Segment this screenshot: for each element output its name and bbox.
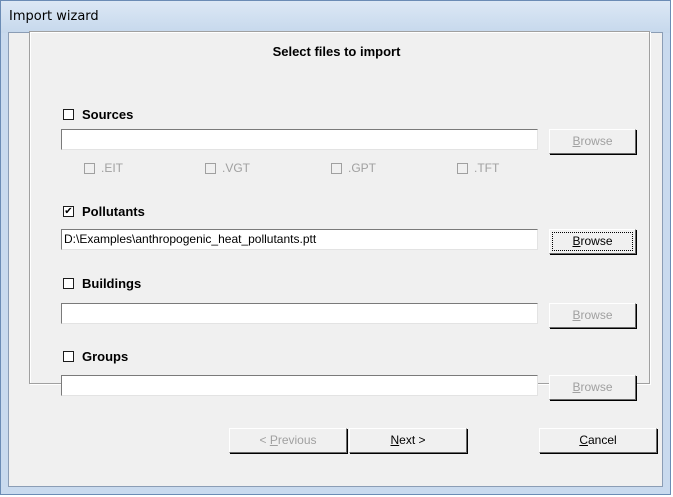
groups-label: Groups — [82, 349, 129, 364]
buildings-path-field[interactable] — [61, 303, 538, 324]
ext-gpt-checkbox — [331, 162, 342, 174]
buildings-checkbox[interactable] — [63, 278, 74, 289]
ext-eit-row: .EIT — [84, 161, 123, 175]
ext-eit-label: .EIT — [101, 161, 124, 175]
previous-button: < Previous — [229, 428, 347, 453]
sources-checkbox[interactable] — [63, 109, 74, 120]
ext-vgt-row: .VGT — [205, 161, 250, 175]
ext-vgt-checkbox — [205, 162, 216, 174]
groups-browse-button: Browse — [549, 375, 636, 400]
pollutants-browse-button[interactable]: Browse — [549, 229, 636, 254]
sources-label: Sources — [82, 107, 134, 122]
sources-checkbox-row[interactable]: Sources — [63, 107, 133, 122]
groups-checkbox-row[interactable]: Groups — [63, 349, 128, 364]
ext-tft-label: .TFT — [474, 161, 500, 175]
title-bar[interactable]: Import wizard — [1, 1, 670, 33]
window-title: Import wizard — [9, 9, 99, 24]
ext-gpt-row: .GPT — [331, 161, 376, 175]
ext-tft-checkbox — [457, 162, 468, 174]
buildings-checkbox-row[interactable]: Buildings — [63, 276, 141, 291]
cancel-button[interactable]: Cancel — [539, 428, 657, 453]
pollutants-checkbox[interactable]: ✔ — [63, 206, 74, 217]
ext-gpt-label: .GPT — [348, 161, 377, 175]
next-button[interactable]: Next > — [349, 428, 467, 453]
ext-vgt-label: .VGT — [222, 161, 251, 175]
pollutants-path-field[interactable]: D:\Examples\anthropogenic_heat_pollutant… — [61, 229, 538, 250]
groups-path-field[interactable] — [61, 375, 538, 396]
pollutants-checkbox-row[interactable]: ✔ Pollutants — [63, 204, 145, 219]
sources-browse-button: Browse — [549, 129, 636, 154]
ext-eit-checkbox — [84, 162, 95, 174]
pollutants-label: Pollutants — [82, 204, 145, 219]
groups-checkbox[interactable] — [63, 351, 74, 362]
buildings-label: Buildings — [82, 276, 142, 291]
ext-tft-row: .TFT — [457, 161, 499, 175]
section-heading: Select files to import — [272, 44, 401, 59]
sources-path-field[interactable] — [61, 129, 538, 150]
buildings-browse-button: Browse — [549, 303, 636, 328]
